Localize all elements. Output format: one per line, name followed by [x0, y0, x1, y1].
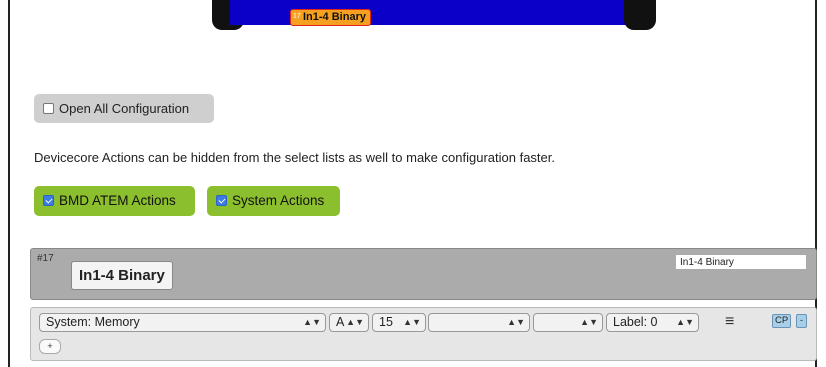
- device-select-value: System: Memory: [46, 315, 140, 329]
- panel-title-button[interactable]: In1-4 Binary: [71, 261, 173, 290]
- bmd-atem-actions-toggle[interactable]: BMD ATEM Actions: [34, 186, 195, 216]
- top-bar-strip: 17 In1-4 Binary: [230, 0, 638, 26]
- updown-arrow-icon: ▲▼: [303, 317, 321, 327]
- system-actions-toggle[interactable]: System Actions: [207, 186, 340, 216]
- system-actions-checkbox-icon[interactable]: [216, 195, 227, 206]
- panel-number: #17: [37, 253, 54, 264]
- updown-arrow-icon: ▲▼: [507, 317, 525, 327]
- cp-button[interactable]: CP: [772, 314, 792, 328]
- action-row: System: Memory ▲▼ A ▲▼ 15 ▲▼ ▲▼ ▲▼ Label…: [30, 307, 817, 361]
- panel-name-input[interactable]: [675, 254, 807, 270]
- index-select-value: 15: [379, 315, 393, 329]
- header-tag-label: In1-4 Binary: [303, 11, 366, 23]
- config-panel-header: #17 In1-4 Binary: [30, 248, 817, 300]
- top-bar-right-cap: [624, 0, 656, 30]
- system-actions-label: System Actions: [232, 193, 325, 208]
- param2-select[interactable]: ▲▼: [533, 313, 603, 332]
- param1-select[interactable]: ▲▼: [428, 313, 530, 332]
- remove-action-button[interactable]: -: [796, 314, 807, 328]
- updown-arrow-icon: ▲▼: [346, 317, 364, 327]
- updown-arrow-icon: ▲▼: [676, 317, 694, 327]
- open-all-label: Open All Configuration: [59, 101, 190, 116]
- index-select[interactable]: 15 ▲▼: [372, 313, 426, 332]
- updown-arrow-icon: ▲▼: [403, 317, 421, 327]
- open-all-checkbox-icon[interactable]: [43, 103, 54, 114]
- header-tag[interactable]: 17 In1-4 Binary: [290, 9, 371, 26]
- add-action-button[interactable]: +: [39, 339, 61, 354]
- description-text: Devicecore Actions can be hidden from th…: [34, 150, 555, 165]
- header-tag-number: 17: [293, 13, 301, 20]
- bank-select[interactable]: A ▲▼: [329, 313, 369, 332]
- hamburger-menu-icon[interactable]: ≡: [725, 313, 734, 330]
- top-bar: 17 In1-4 Binary: [212, 0, 656, 30]
- device-select[interactable]: System: Memory ▲▼: [39, 313, 326, 332]
- updown-arrow-icon: ▲▼: [580, 317, 598, 327]
- label-select-value: Label: 0: [613, 315, 658, 329]
- bank-select-value: A: [336, 315, 345, 329]
- bmd-atem-actions-label: BMD ATEM Actions: [59, 193, 176, 208]
- open-all-configuration-button[interactable]: Open All Configuration: [34, 94, 214, 123]
- bmd-atem-checkbox-icon[interactable]: [43, 195, 54, 206]
- label-select[interactable]: Label: 0 ▲▼: [606, 313, 699, 332]
